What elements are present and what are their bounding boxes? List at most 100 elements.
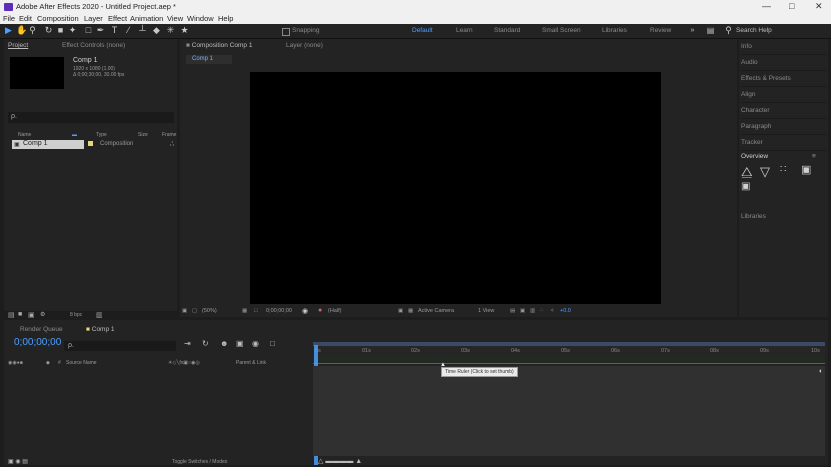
region-of-interest-icon[interactable]: ▣ [398,308,403,314]
frame-blending-icon[interactable]: ▣ [236,339,244,348]
col-parent-link[interactable]: Parent & Link [236,360,266,366]
timeline-zoom-icon[interactable]: ◐ [819,368,823,375]
label-column-icon[interactable]: ▬ [72,132,77,138]
puppet-tool-icon[interactable]: ★ [180,26,189,35]
menu-view[interactable]: View [167,14,183,23]
frame-icon[interactable]: ▣ [741,181,750,192]
fast-previews-icon[interactable]: ▣ [520,308,525,314]
layer-panel-icon[interactable]: ▣ [801,163,811,176]
workspace-default[interactable]: Default [412,27,433,34]
av-features-icons[interactable]: ◉◉●■ [8,360,23,366]
col-type[interactable]: Type [96,132,107,138]
shy-layers-icon[interactable]: ☻ [220,339,228,348]
panel-align[interactable]: Align [741,87,826,103]
project-search-field[interactable]: ρ. [8,112,174,123]
layer-switches-icons[interactable]: ☀◇╲fx▣○◉◎ [168,360,200,366]
selection-tool-icon[interactable]: ▶ [4,26,13,35]
camera-view-dropdown[interactable]: Active Camera [418,308,454,314]
zoom-dropdown[interactable]: (50%) [202,308,217,314]
menu-help[interactable]: Help [218,14,233,23]
composition-viewer[interactable] [250,72,661,304]
timeline-search-field[interactable]: ρ. [64,341,176,351]
timeline-current-time[interactable]: 0;00;00;00 [14,337,61,348]
workspace-libraries[interactable]: Libraries [602,27,627,34]
menu-animation[interactable]: Animation [130,14,163,23]
timeline-footer-icons[interactable]: ▣ ◉ ▤ [8,458,28,465]
menu-file[interactable]: File [3,14,15,23]
bpc-label[interactable]: 8 bpc [70,312,82,318]
grid-distribute-icon[interactable]: ∷ [780,164,786,175]
col-frame[interactable]: Frame [162,132,176,138]
timeline-track-area[interactable] [313,366,825,456]
menu-edit[interactable]: Edit [19,14,32,23]
type-tool-icon[interactable]: T [110,26,119,35]
brush-tool-icon[interactable]: ⁄ [124,26,133,35]
flowchart-view-icon[interactable]: ∴ [540,308,544,314]
label-column-icon[interactable]: ◆ [46,360,50,366]
panel-layout-icon[interactable]: ▤ [706,26,715,35]
clone-stamp-tool-icon[interactable]: ┴ [138,26,147,35]
view-layout-dropdown[interactable]: 1 View [478,308,494,314]
anchor-tool-icon[interactable]: ✦ [68,26,77,35]
tab-project[interactable]: Project [8,42,28,53]
rotate-tool-icon[interactable]: ↻ [44,26,53,35]
workspace-review[interactable]: Review [650,27,671,34]
new-composition-icon[interactable]: ▣ [28,311,35,319]
motion-blur-icon[interactable]: ◉ [252,339,259,348]
pen-tool-icon[interactable]: ✒ [96,26,105,35]
menu-window[interactable]: Window [187,14,214,23]
workspace-menu-icon[interactable]: » [688,26,697,35]
grid-icon[interactable]: ▦ [242,308,247,314]
minimize-button[interactable]: — [762,1,771,11]
comp-breadcrumb[interactable]: Comp 1 [186,55,232,64]
panel-paragraph[interactable]: Paragraph [741,119,826,135]
snapping-checkbox[interactable] [282,28,290,36]
mask-icon[interactable]: ▢ [192,308,197,314]
align-bottom-icon[interactable]: ⧋ [741,164,753,180]
graph-editor-icon[interactable]: □ [270,339,275,348]
col-source-name[interactable]: Source Name [66,360,97,366]
exposure-reset-icon[interactable]: ✧ [550,308,555,314]
new-folder-icon[interactable]: ■ [18,311,22,318]
tab-effect-controls[interactable]: Effect Controls (none) [62,42,125,53]
col-name[interactable]: Name [18,132,31,138]
panel-audio[interactable]: Audio [741,55,826,71]
tab-layer[interactable]: Layer (none) [286,42,323,53]
search-help-input[interactable]: Search Help [736,27,772,34]
menu-composition[interactable]: Composition [37,14,79,23]
resolution-dropdown[interactable]: (Half) [328,308,341,314]
menu-layer[interactable]: Layer [84,14,103,23]
workspace-standard[interactable]: Standard [494,27,520,34]
search-icon[interactable]: ⚲ [724,26,733,35]
menu-effect[interactable]: Effect [108,14,127,23]
tab-render-queue[interactable]: Render Queue [20,326,63,337]
workspace-small-screen[interactable]: Small Screen [542,27,581,34]
project-settings-icon[interactable]: ⚙ [40,311,45,318]
timeline-icon[interactable]: ▥ [530,308,535,314]
maximize-button[interactable]: □ [789,1,794,11]
show-channel-icon[interactable]: ● [318,307,322,314]
zoom-tool-icon[interactable]: ⚲ [28,26,37,35]
rectangle-tool-icon[interactable]: □ [84,26,93,35]
workspace-learn[interactable]: Learn [456,27,473,34]
camera-tool-icon[interactable]: ■ [56,26,65,35]
overview-title[interactable]: Overview [741,153,768,160]
panel-libraries[interactable]: Libraries [741,213,766,220]
panel-info[interactable]: Info [741,39,826,55]
panel-effects-presets[interactable]: Effects & Presets [741,71,826,87]
panel-tracker[interactable]: Tracker [741,135,826,151]
hand-tool-icon[interactable]: ✋ [16,26,27,35]
comp-mini-flowchart-icon[interactable]: ⇥ [184,339,191,348]
snapshot-icon[interactable]: ◉ [302,307,308,315]
flowchart-icon[interactable]: ∴ [170,140,174,148]
project-item-row[interactable]: ▣ Comp 1 Composition ∴ [10,140,174,149]
toggle-pixel-icon[interactable]: ▤ [510,308,515,314]
close-button[interactable]: ✕ [815,1,823,12]
exposure-value[interactable]: +0.0 [560,308,571,314]
col-size[interactable]: Size [138,132,148,138]
panel-character[interactable]: Character [741,103,826,119]
tab-timeline-comp[interactable]: ■ Comp 1 [86,326,115,337]
layer-number-icon[interactable]: # [58,360,61,366]
comp-lock-icon[interactable]: ■ [186,42,190,49]
overview-menu-icon[interactable]: ≡ [812,153,816,160]
